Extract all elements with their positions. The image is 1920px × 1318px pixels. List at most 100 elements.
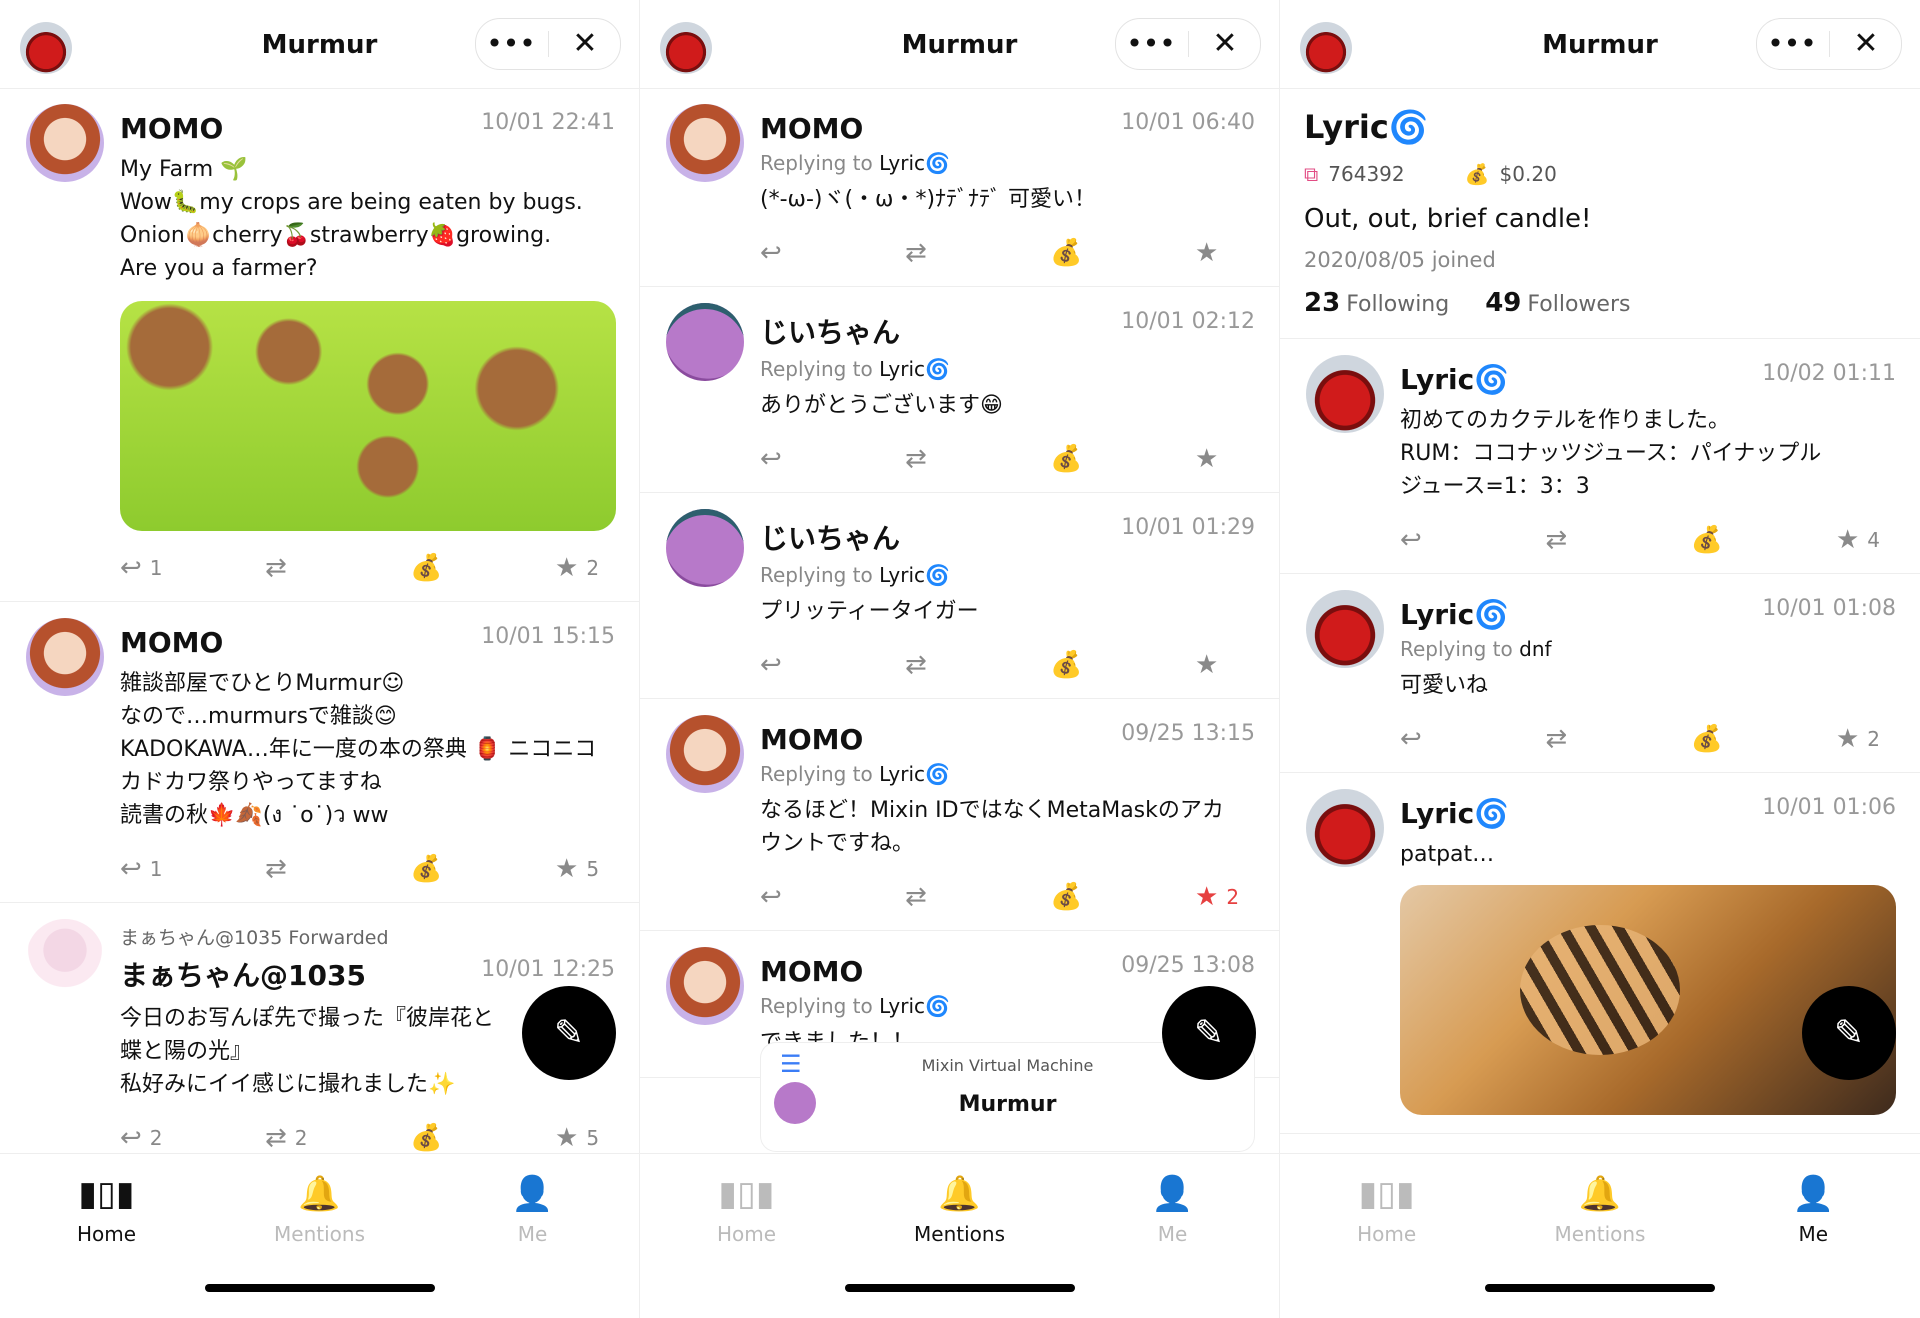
reply-button[interactable]: ↩: [760, 444, 820, 474]
close-icon[interactable]: ✕: [1190, 19, 1260, 69]
star-button[interactable]: ★ 4: [1836, 525, 1896, 555]
tab-home[interactable]: ▮▯▮ Home: [12, 1174, 202, 1246]
money-bag-icon: 💰: [1690, 525, 1724, 555]
post-time: 10/01 22:41: [481, 110, 615, 135]
author-avatar[interactable]: [1306, 789, 1384, 867]
profile-post[interactable]: Lyric🌀 10/01 01:06 patpat…: [1280, 773, 1920, 1134]
reply-to-user[interactable]: Lyric🌀: [879, 563, 950, 587]
tip-button[interactable]: 💰: [1050, 882, 1110, 912]
post-image[interactable]: [120, 301, 616, 531]
star-button[interactable]: ★ 5: [555, 854, 615, 884]
tip-button[interactable]: 💰: [410, 1123, 470, 1153]
reply-to-user[interactable]: Lyric🌀: [879, 994, 950, 1018]
repost-button[interactable]: ⇄: [265, 553, 325, 583]
more-icon[interactable]: •••: [1116, 19, 1186, 69]
feed-post[interactable]: MOMO 10/01 15:15 雑談部屋でひとりMurmur☺ なので…mur…: [0, 602, 639, 903]
person-icon: 👤: [1151, 1174, 1194, 1214]
tab-mentions[interactable]: 🔔 Mentions: [225, 1174, 415, 1246]
reply-icon: ↩: [760, 882, 782, 912]
reply-button[interactable]: ↩: [760, 650, 820, 680]
tip-button[interactable]: 💰: [1050, 238, 1110, 268]
tab-me[interactable]: 👤 Me: [1078, 1174, 1268, 1246]
post-actions: ↩ ⇄ 💰 ★: [760, 238, 1255, 268]
reply-icon: ↩: [760, 238, 782, 268]
star-button[interactable]: ★: [1195, 444, 1255, 474]
author-avatar[interactable]: [666, 947, 744, 1025]
star-button[interactable]: ★ 5: [555, 1123, 615, 1153]
star-button[interactable]: ★ 2: [555, 553, 615, 583]
profile-post[interactable]: Lyric🌀 10/02 01:11 初めてのカクテルを作りました。 RUM：コ…: [1280, 339, 1920, 574]
repost-button[interactable]: ⇄: [905, 238, 965, 268]
reply-button[interactable]: ↩ 1: [120, 854, 180, 884]
repost-icon: ⇄: [905, 444, 927, 474]
following[interactable]: 23 Following: [1304, 288, 1449, 318]
tab-home[interactable]: ▮▯▮ Home: [1292, 1174, 1482, 1246]
reply-button[interactable]: ↩: [760, 882, 820, 912]
tab-mentions[interactable]: 🔔 Mentions: [865, 1174, 1055, 1246]
repost-button[interactable]: ⇄: [905, 882, 965, 912]
reply-button[interactable]: ↩: [760, 238, 820, 268]
followers-label: Followers: [1527, 292, 1631, 317]
mention-post[interactable]: じいちゃん 10/01 01:29 Replying to Lyric🌀 プリッ…: [640, 493, 1279, 699]
mention-post[interactable]: じいちゃん 10/01 02:12 Replying to Lyric🌀 ありが…: [640, 287, 1279, 493]
followers[interactable]: 49 Followers: [1485, 288, 1630, 318]
tip-button[interactable]: 💰: [1691, 724, 1751, 754]
close-icon[interactable]: ✕: [550, 19, 620, 69]
reply-to-user[interactable]: Lyric🌀: [879, 762, 950, 786]
compose-button[interactable]: ✎: [522, 986, 616, 1080]
reply-prefix: Replying to: [760, 762, 873, 786]
compose-button[interactable]: ✎: [1802, 986, 1896, 1080]
mention-post[interactable]: MOMO 10/01 06:40 Replying to Lyric🌀 (*-ω…: [640, 88, 1279, 287]
star-button[interactable]: ★: [1195, 238, 1255, 268]
repost-icon: ⇄: [265, 553, 287, 583]
tip-button[interactable]: 💰: [1050, 444, 1110, 474]
repost-button[interactable]: ⇄: [265, 854, 325, 884]
tip-button[interactable]: 💰: [1691, 525, 1751, 555]
star-button[interactable]: ★ 2: [1195, 882, 1255, 912]
post-time: 10/01 06:40: [1121, 110, 1255, 135]
reply-button[interactable]: ↩: [1400, 724, 1460, 754]
star-count: 2: [1867, 727, 1881, 751]
tab-me[interactable]: 👤 Me: [438, 1174, 628, 1246]
tab-home[interactable]: ▮▯▮ Home: [652, 1174, 842, 1246]
mention-post[interactable]: MOMO 09/25 13:15 Replying to Lyric🌀 なるほど…: [640, 699, 1279, 931]
reply-button[interactable]: ↩: [1400, 525, 1460, 555]
star-icon: ★: [555, 1123, 579, 1153]
reply-to-user[interactable]: Lyric🌀: [879, 151, 950, 175]
profile-post[interactable]: Lyric🌀 10/01 01:08 Replying to dnf 可愛いね …: [1280, 574, 1920, 773]
author-avatar[interactable]: [666, 303, 744, 381]
reply-button[interactable]: ↩ 2: [120, 1123, 180, 1153]
tab-label: Home: [1357, 1222, 1417, 1246]
reply-to-user[interactable]: Lyric🌀: [879, 357, 950, 381]
star-icon: ★: [1835, 525, 1860, 555]
author-avatar[interactable]: [666, 715, 744, 793]
repost-button[interactable]: ⇄: [905, 650, 965, 680]
feed-post[interactable]: MOMO 10/01 22:41 My Farm 🌱 Wow🐛my crops …: [0, 88, 639, 602]
author-avatar[interactable]: [26, 919, 104, 997]
star-button[interactable]: ★: [1195, 650, 1255, 680]
reply-to-user[interactable]: dnf: [1519, 637, 1551, 661]
capsule-divider: [1187, 31, 1189, 57]
compose-button[interactable]: ✎: [1162, 986, 1256, 1080]
repost-button[interactable]: ⇄ 2: [265, 1123, 325, 1153]
repost-button[interactable]: ⇄: [1545, 724, 1605, 754]
more-icon[interactable]: •••: [476, 19, 546, 69]
tab-mentions[interactable]: 🔔 Mentions: [1505, 1174, 1695, 1246]
author-avatar[interactable]: [1306, 590, 1384, 668]
repost-button[interactable]: ⇄: [905, 444, 965, 474]
author-avatar[interactable]: [666, 104, 744, 182]
author-avatar[interactable]: [26, 618, 104, 696]
tab-me[interactable]: 👤 Me: [1718, 1174, 1908, 1246]
star-button[interactable]: ★ 2: [1836, 724, 1896, 754]
tip-button[interactable]: 💰: [1050, 650, 1110, 680]
author-avatar[interactable]: [1306, 355, 1384, 433]
repost-button[interactable]: ⇄: [1545, 525, 1605, 555]
tip-button[interactable]: 💰: [410, 553, 470, 583]
more-icon[interactable]: •••: [1757, 19, 1827, 69]
close-icon[interactable]: ✕: [1831, 19, 1901, 69]
author-avatar[interactable]: [666, 509, 744, 587]
tip-button[interactable]: 💰: [410, 854, 470, 884]
author-avatar[interactable]: [26, 104, 104, 182]
reply-button[interactable]: ↩ 1: [120, 553, 180, 583]
repost-icon: ⇄: [905, 882, 927, 912]
